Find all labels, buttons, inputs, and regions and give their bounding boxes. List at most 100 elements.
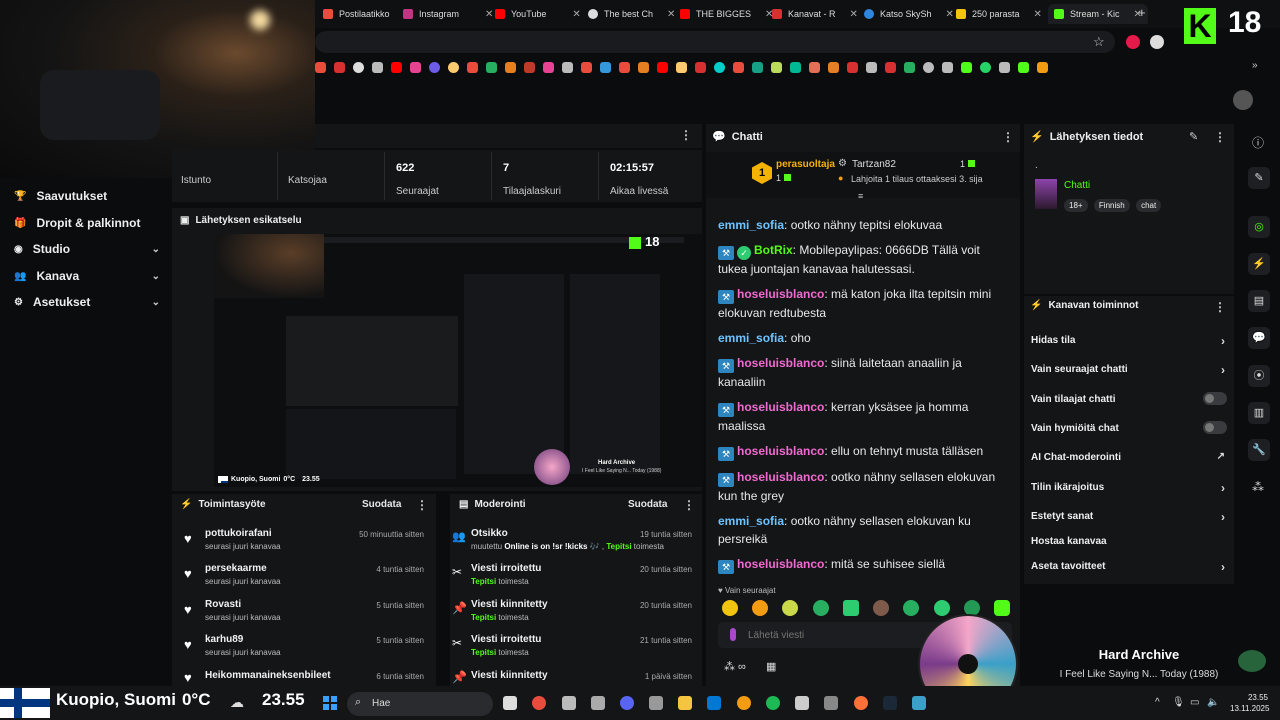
emote-icon[interactable] [903,600,920,616]
bookmark-icon[interactable] [410,61,421,73]
chat-username[interactable]: hoseluisblanco [737,444,824,458]
bookmark-icon[interactable] [505,61,516,73]
action-subscribers-only[interactable]: Vain tilaajat chatti [1031,392,1227,405]
bookmark-icon[interactable] [524,61,535,73]
bookmark-icon[interactable] [923,61,934,73]
bookmark-icon[interactable] [714,61,725,73]
tray-overflow-icon[interactable]: ^ [1155,697,1160,708]
action-followers-only[interactable]: Vain seuraajat chatti › [1031,363,1227,377]
tag-badge[interactable]: chat [1136,199,1162,212]
top-gifter-name[interactable]: perasuoltaja [776,159,835,170]
chat-username[interactable]: hoseluisblanco [737,400,824,414]
chat-message[interactable]: emmi_sofia: ootko nähny sellasen elokuva… [718,512,1012,548]
action-set-goals[interactable]: Aseta tavoitteet › [1031,560,1227,574]
steam-icon[interactable] [883,696,897,710]
bookmark-star-icon[interactable]: ☆ [1093,34,1105,50]
bookmark-icon[interactable] [315,61,326,73]
close-icon[interactable]: ✕ [572,9,580,20]
outlook-icon[interactable] [707,696,721,710]
stream-preview-video[interactable]: 18 Hard Archive I Feel Like Saying N... … [214,234,702,487]
more-options-icon[interactable]: ⋮ [1214,300,1226,314]
table-row[interactable]: ✂ Viesti irroitettu Tepitsi toimesta 21 t… [452,634,696,662]
bookmark-icon[interactable] [828,61,839,73]
widgets-icon[interactable] [503,696,517,710]
new-tab-icon[interactable]: + [1138,5,1146,20]
more-options-icon[interactable]: ⋮ [1214,130,1226,144]
chat-message[interactable]: ⚒ hoseluisblanco: mä katon joka ilta tepi… [718,285,1012,322]
chat-message[interactable]: ⚒ hoseluisblanco: kerran yksäsee ja homma… [718,398,1012,435]
bookmark-icon[interactable] [429,61,440,73]
tab-2[interactable]: YouTube ✕ [495,4,581,24]
table-row[interactable]: 👥 Otsikko muutettu Online is on !sr !kic… [452,528,696,556]
layout-icon[interactable]: ▥ [1248,402,1270,424]
table-row[interactable]: 📌 Viesti kiinnitetty Tepitsi toimesta 20 … [452,599,696,627]
info-icon[interactable]: ⓘ [1252,134,1264,151]
bookmark-icon[interactable] [771,61,782,73]
close-icon[interactable]: ✕ [946,9,954,20]
tab-4[interactable]: THE BIGGES ✕ [680,4,773,24]
volume-icon[interactable]: 🔈 [1207,697,1219,708]
bookmark-icon[interactable] [353,61,364,73]
chat-username[interactable]: emmi_sofia [718,514,784,528]
tab-6[interactable]: Katso SkySh ✕ [864,4,954,24]
list-item[interactable]: ♥ Rovasti seurasi juuri kanavaa 5 tuntia … [184,599,432,627]
sidebar-item-channel[interactable]: 👥 Kanava ⌄ [14,269,160,283]
bookmark-icon[interactable] [372,61,383,73]
bookmark-icon[interactable] [600,61,611,73]
list-item[interactable]: ♥ persekaarme seurasi juuri kanavaa 4 tun… [184,563,432,591]
emote-icon[interactable] [722,600,738,616]
settings-icon[interactable] [649,696,663,710]
bookmark-icon[interactable] [885,61,896,73]
mic-icon[interactable] [730,628,736,641]
close-icon[interactable]: ✕ [485,9,493,20]
tab-1[interactable]: Instagram ✕ [403,4,493,24]
wrench-icon[interactable]: 🔧 [1248,439,1270,461]
bookmark-icon[interactable] [1037,61,1048,73]
chat-username[interactable]: hoseluisblanco [737,356,824,370]
moderation-filter-button[interactable]: Suodata [628,499,667,510]
second-gifter-name[interactable]: Tartzan82 [852,159,896,170]
more-options-icon[interactable]: ⋮ [416,498,428,512]
emote-icon[interactable] [752,600,769,616]
tag-badge[interactable]: 18+ [1064,199,1088,212]
extension-icon[interactable] [1126,35,1140,49]
table-row[interactable]: 📌 Viesti kiinnitetty 1 päivä sitten [452,670,696,686]
emote-icon[interactable] [873,600,890,616]
system-clock[interactable]: 23.55 13.11.2025 [1230,693,1269,713]
emote-icon[interactable] [933,600,950,616]
action-slow-mode[interactable]: Hidas tila › [1031,334,1227,348]
list-item[interactable]: ♥ karhu89 seurasi juuri kanavaa 5 tuntia … [184,634,432,662]
bookmark-icon[interactable] [334,61,345,73]
avatar[interactable] [1233,90,1253,110]
lightning-icon[interactable]: ⚡ [1248,253,1270,275]
chat-message[interactable]: emmi_sofia: ootko nähny tepitsi elokuvaa [718,216,1012,234]
app-icon[interactable] [912,696,926,710]
emote-icon[interactable] [993,600,1010,616]
bookmark-icon[interactable] [942,61,953,73]
activity-filter-button[interactable]: Suodata [362,499,401,510]
bookmark-icon[interactable] [695,61,706,73]
app-icon[interactable] [562,696,576,710]
bookmark-icon[interactable] [467,61,478,73]
emote-icon[interactable] [782,600,799,616]
chat-bubble-icon[interactable]: 💬 [1248,327,1270,349]
bookmark-icon[interactable] [904,61,915,73]
action-host-channel[interactable]: Hostaa kanavaa [1031,536,1227,547]
app-icon[interactable] [591,696,605,710]
chat-username[interactable]: emmi_sofia [718,331,784,345]
chat-message[interactable]: ⚒ hoseluisblanco: mitä se suhisee siellä [718,555,1012,574]
taskbar-search[interactable]: ⌕ Hae [347,692,493,716]
emote-icon[interactable] [842,600,859,616]
bookmark-icon[interactable] [486,61,497,73]
firefox-icon[interactable] [854,696,868,710]
tab-3[interactable]: The best Ch ✕ [588,4,675,24]
action-banned-words[interactable]: Estetyt sanat › [1031,510,1227,524]
bookmark-icon[interactable] [638,61,649,73]
chat-tools-icon[interactable]: ⁂ ∞ [724,660,746,673]
broadcast-icon[interactable]: ⦿ [1248,365,1270,387]
chat-username[interactable]: hoseluisblanco [737,287,824,301]
emote-icon[interactable] [812,600,829,616]
chat-message[interactable]: emmi_sofia: oho [718,329,1012,347]
tab-7[interactable]: 250 parasta ✕ [956,4,1042,24]
app-icon[interactable] [795,696,809,710]
